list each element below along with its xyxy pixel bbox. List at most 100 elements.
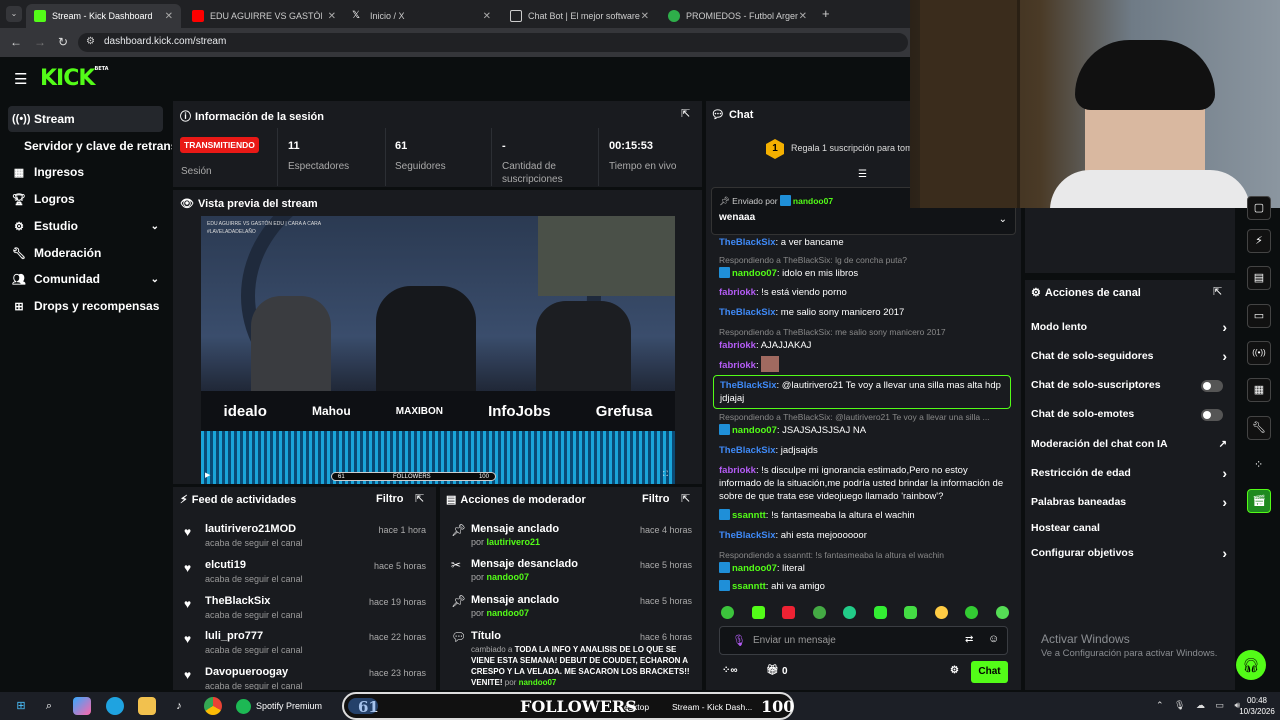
stream-video[interactable]: EDU AGUIRRE VS GASTÓN EDU | CARA A CARA … [201, 216, 675, 484]
chat-username[interactable]: TheBlackSix [719, 530, 776, 541]
emote-icon[interactable] [934, 606, 948, 619]
chat-username[interactable]: fabriokk [719, 360, 756, 371]
chat-message[interactable]: Respondiendo a TheBlackSix: @lautirivero… [719, 411, 1004, 437]
points-icon[interactable]: ⁘∞ [722, 665, 738, 676]
mic-icon[interactable]: 🎙︎ [732, 634, 746, 647]
emoji-icon[interactable]: ☺ [988, 633, 999, 645]
chat-message[interactable]: fabriokk: !s está viendo porno [719, 286, 1004, 299]
chat-username[interactable]: fabriokk [719, 287, 756, 298]
action-followers-only[interactable]: Chat de solo-seguidores › [1031, 348, 1231, 370]
chrome-icon[interactable] [204, 697, 222, 715]
emote-icon[interactable] [751, 606, 765, 619]
site-info-icon[interactable]: ⚙ [86, 36, 95, 47]
new-tab-button[interactable]: + [822, 6, 830, 21]
layout-icon[interactable]: ▦ [1247, 378, 1271, 402]
chat-icon[interactable]: ▭ [1247, 304, 1271, 328]
action-host-channel[interactable]: Hostear canal [1031, 522, 1231, 542]
bolt-icon[interactable]: ⚡︎ [1247, 229, 1271, 253]
chat-message[interactable]: ssanntt: !s fantasmeaba la altura el wac… [719, 509, 1004, 522]
chat-message[interactable]: TheBlackSix: jadjsajds [719, 444, 1004, 457]
close-icon[interactable]: ✕ [328, 11, 336, 22]
collapse-icon[interactable]: ☰ [858, 169, 867, 180]
sidebar-item-estudio[interactable]: ⚙ Estudio ⌄ [8, 213, 163, 239]
popout-icon[interactable]: ⇱ [681, 492, 690, 505]
play-icon[interactable]: ▶ [205, 471, 210, 479]
mod-filter-button[interactable]: Filtro [642, 493, 670, 505]
gift-icon[interactable]: 🎁︎ [766, 665, 779, 676]
tray-icons[interactable]: ⌃ 🎙︎ ☁︎ ▭ 🔊︎ [1156, 700, 1244, 711]
document-icon[interactable]: ▤ [1247, 266, 1271, 290]
popout-icon[interactable]: ⇱ [681, 107, 690, 120]
reload-icon[interactable]: ↻ [58, 35, 68, 49]
tab-youtube[interactable]: EDU AGUIRRE VS GASTÓN EDU ✕ [184, 4, 344, 28]
chevron-down-icon[interactable]: ⌄ [999, 214, 1007, 225]
chat-message[interactable]: TheBlackSix: me salio sony manicero 2017 [719, 306, 1004, 319]
emote-icon[interactable] [995, 606, 1009, 619]
chat-username[interactable]: TheBlackSix [719, 307, 776, 318]
sidebar-item-logros[interactable]: 🏆︎ Logros [8, 186, 163, 212]
chat-message[interactable]: fabriokk: [719, 356, 1004, 372]
sidebar-item-server-key[interactable]: Servidor y clave de retransm [24, 133, 172, 159]
chat-message[interactable]: Respondiendo a TheBlackSix: me salio son… [719, 326, 1004, 352]
clapper-icon[interactable]: 🎬︎ [1247, 489, 1271, 513]
action-banned-words[interactable]: Palabras baneadas › [1031, 494, 1231, 516]
chat-message[interactable]: TheBlackSix: a ver bancame [719, 236, 1004, 249]
chat-username[interactable]: ssanntt [732, 510, 766, 521]
sidebar-item-ingresos[interactable]: ▦ Ingresos [8, 159, 163, 185]
kick-logo[interactable]: KICKBETA [40, 66, 109, 91]
tab-x[interactable]: 𝕏 Inicio / X ✕ [344, 4, 499, 28]
chat-message[interactable]: ssanntt: ahi va amigo [719, 580, 1004, 593]
emote-icon[interactable] [843, 606, 857, 619]
action-ai-moderation[interactable]: Moderación del chat con IA ↗ [1031, 438, 1231, 458]
support-icon[interactable]: 🎧︎ [1236, 650, 1266, 680]
popout-icon[interactable]: ⇱ [1213, 285, 1222, 298]
sidebar-item-drops[interactable]: ⊞ Drops y recompensas [8, 293, 163, 319]
chat-message[interactable]: Respondiendo a TheBlackSix: lg de concha… [719, 254, 1004, 280]
chat-message[interactable]: TheBlackSix: ahi esta mejoooooor [719, 529, 1004, 542]
spotify-taskbar-item[interactable]: Spotify Premium [232, 696, 336, 716]
close-icon[interactable]: ✕ [641, 11, 649, 22]
close-icon[interactable]: ✕ [165, 11, 173, 22]
close-icon[interactable]: ✕ [799, 11, 807, 22]
search-icon[interactable]: ⌕ [40, 697, 58, 715]
dots-icon[interactable]: ⁘ [1254, 458, 1263, 471]
action-subscribers-only[interactable]: Chat de solo-suscriptores [1031, 379, 1231, 399]
chat-username[interactable]: TheBlackSix [719, 445, 776, 456]
tiktok-icon[interactable]: ♪ [170, 697, 188, 715]
emote-icon[interactable] [812, 606, 826, 619]
wrench-icon[interactable]: 🔧︎ [1247, 416, 1271, 440]
edge-icon[interactable] [106, 697, 124, 715]
chat-username[interactable]: TheBlackSix [719, 237, 776, 248]
popout-icon[interactable]: ⇱ [415, 492, 424, 505]
emote-icon[interactable] [782, 606, 796, 619]
tool-button[interactable]: ▢ [1247, 196, 1271, 220]
copilot-icon[interactable] [73, 697, 91, 715]
windows-start-icon[interactable]: ⊞ [12, 697, 30, 715]
activity-filter-button[interactable]: Filtro [376, 493, 404, 505]
clock[interactable]: 00:48 10/3/2026 [1238, 695, 1276, 717]
chat-username[interactable]: TheBlackSix [720, 380, 777, 391]
tab-list-button[interactable]: ⌄ [6, 6, 22, 22]
folder-icon[interactable] [138, 697, 156, 715]
back-icon[interactable]: ← [10, 35, 22, 49]
forward-icon[interactable]: → [34, 35, 46, 49]
action-emotes-only[interactable]: Chat de solo-emotes [1031, 408, 1231, 428]
chat-username[interactable]: ssanntt [732, 581, 766, 592]
close-icon[interactable]: ✕ [483, 11, 491, 22]
chat-username[interactable]: fabriokk [719, 465, 756, 476]
emote-icon[interactable] [904, 606, 918, 619]
action-slow-mode[interactable]: Modo lento › [1031, 319, 1231, 341]
chat-username[interactable]: fabriokk [719, 340, 756, 351]
gift-sub-text[interactable]: Regala 1 suscripción para toma [791, 143, 911, 153]
translate-icon[interactable]: ⇄ [965, 634, 973, 645]
sidebar-item-moderacion[interactable]: 🔧︎ Moderación [8, 240, 163, 266]
toggle-switch[interactable] [1201, 380, 1223, 392]
emote-icon[interactable] [721, 606, 734, 619]
action-age-restriction[interactable]: Restricción de edad › [1031, 465, 1231, 487]
chat-message[interactable]: TheBlackSix: @lautirivero21 Te voy a lle… [713, 375, 1011, 409]
sidebar-item-comunidad[interactable]: 👥︎ Comunidad ⌄ [8, 266, 163, 292]
chat-message[interactable]: Respondiendo a ssanntt: !s fantasmeaba l… [719, 549, 1004, 575]
send-chat-button[interactable]: Chat [971, 661, 1008, 683]
fullscreen-icon[interactable]: ⛶ [663, 471, 668, 479]
menu-icon[interactable]: ☰ [14, 70, 27, 88]
